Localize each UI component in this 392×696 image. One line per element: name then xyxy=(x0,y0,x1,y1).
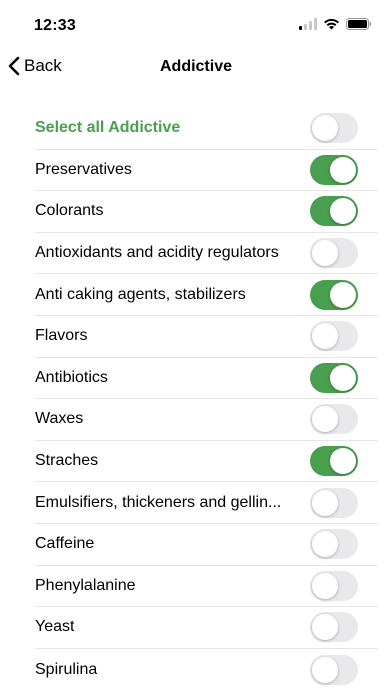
toggle-switch[interactable] xyxy=(310,612,358,643)
toggle-switch[interactable] xyxy=(310,529,358,560)
list-item-label: Straches xyxy=(35,452,99,470)
toggle-knob xyxy=(312,323,338,350)
list-item: Anti caking agents, stabilizers xyxy=(35,274,378,316)
battery-icon xyxy=(346,18,371,30)
list-item-label: Anti caking agents, stabilizers xyxy=(35,285,246,303)
toggle-knob xyxy=(312,531,338,558)
toggle-switch[interactable] xyxy=(310,446,358,477)
list-item: Straches xyxy=(35,441,378,483)
toggle-switch[interactable] xyxy=(310,404,358,435)
list-item-label: Antioxidants and acidity regulators xyxy=(35,244,279,262)
toggle-knob xyxy=(312,572,338,599)
toggle-knob xyxy=(330,198,356,225)
toggle-knob xyxy=(312,656,338,683)
toggle-knob xyxy=(312,614,338,641)
toggle-switch[interactable] xyxy=(310,196,358,227)
list-item: Waxes xyxy=(35,399,378,441)
toggle-switch[interactable] xyxy=(310,362,358,393)
list-item: Flavors xyxy=(35,316,378,358)
list-item: Antioxidants and acidity regulators xyxy=(35,233,378,275)
list-item-label: Colorants xyxy=(35,202,104,220)
status-time: 12:33 xyxy=(34,17,76,34)
toggle-knob xyxy=(330,364,356,391)
list-item-label: Flavors xyxy=(35,327,88,345)
navigation-bar: Back Addictive xyxy=(0,48,392,88)
list-item: Caffeine xyxy=(35,524,378,566)
toggle-knob xyxy=(312,240,338,267)
toggle-knob xyxy=(330,281,356,308)
select-all-row: Select all Addictive xyxy=(35,108,378,150)
toggle-knob xyxy=(330,448,356,475)
select-all-toggle[interactable] xyxy=(310,113,358,144)
list-item-label: Caffeine xyxy=(35,535,95,553)
toggle-switch[interactable] xyxy=(310,321,358,352)
list-item-label: Spirulina xyxy=(35,660,98,678)
toggle-knob xyxy=(330,156,356,183)
settings-list: Select all Addictive Preservatives Coloran… xyxy=(35,108,378,690)
select-all-label: Select all Addictive xyxy=(35,119,181,137)
toggle-knob xyxy=(312,489,338,516)
toggle-switch[interactable] xyxy=(310,570,358,601)
toggle-switch[interactable] xyxy=(310,238,358,269)
list-item-label: Waxes xyxy=(35,410,84,428)
toggle-knob xyxy=(312,115,338,142)
status-icons xyxy=(299,18,372,30)
signal-icon xyxy=(299,18,317,30)
toggle-knob xyxy=(312,406,338,433)
list-item: Emulsifiers, thickeners and gellin... xyxy=(35,482,378,524)
toggle-switch[interactable] xyxy=(310,654,358,685)
screen: 12:33 Back Addictive Select all Addictiv… xyxy=(0,0,392,696)
toggle-switch[interactable] xyxy=(310,279,358,310)
list-item-label: Emulsifiers, thickeners and gellin... xyxy=(35,493,282,511)
page-title: Addictive xyxy=(159,58,232,75)
list-item-label: Preservatives xyxy=(35,160,132,178)
wifi-icon xyxy=(324,18,339,30)
list-item-label: Yeast xyxy=(35,618,75,636)
list-item: Spirulina xyxy=(35,649,378,691)
list-item: Yeast xyxy=(35,607,378,649)
list-item: Phenylalanine xyxy=(35,566,378,608)
list-item: Antibiotics xyxy=(35,358,378,400)
toggle-switch[interactable] xyxy=(310,154,358,185)
list-item-label: Phenylalanine xyxy=(35,576,136,594)
list-item-label: Antibiotics xyxy=(35,368,108,386)
list-item: Colorants xyxy=(35,191,378,233)
list-item: Preservatives xyxy=(35,150,378,192)
status-bar: 12:33 xyxy=(0,0,392,48)
toggle-switch[interactable] xyxy=(310,487,358,518)
